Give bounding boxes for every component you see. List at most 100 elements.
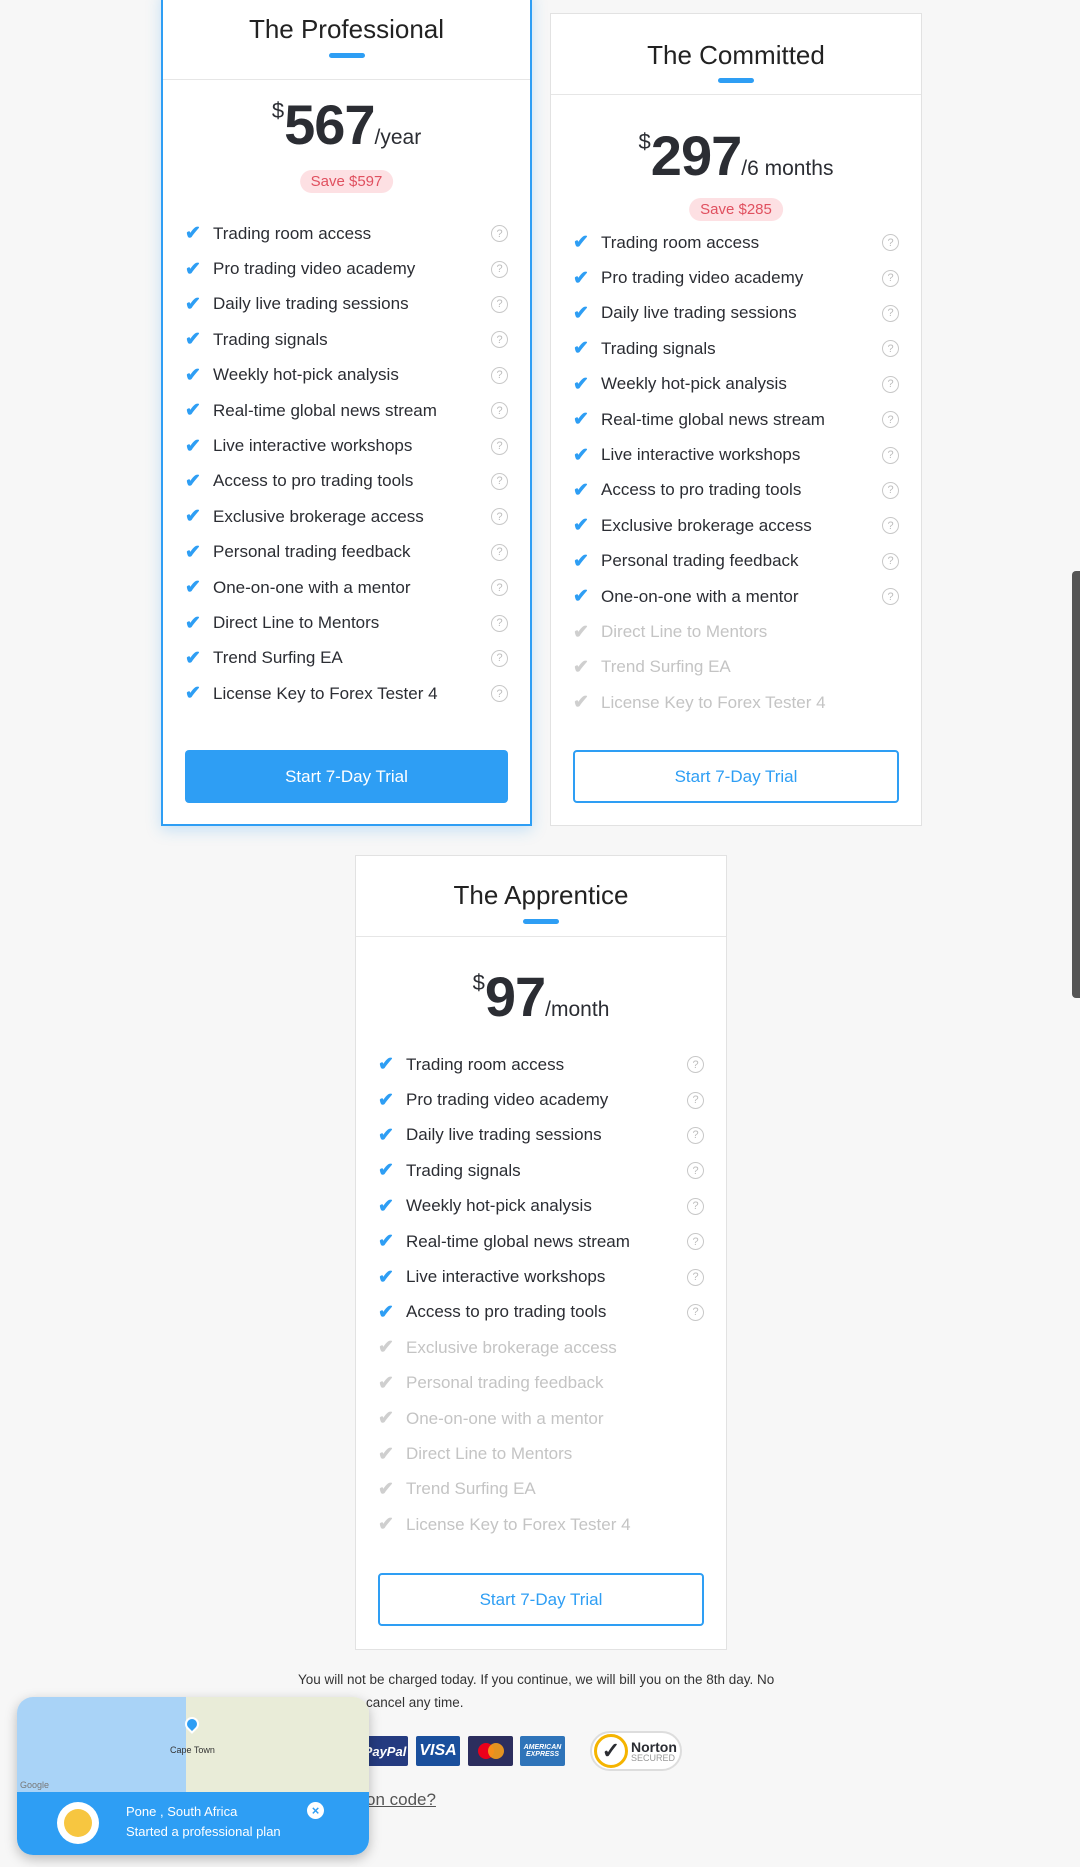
help-icon[interactable]: ? (687, 1056, 704, 1074)
help-icon[interactable]: ? (491, 260, 508, 278)
feature-item: ✔ Personal trading feedback (378, 1366, 704, 1401)
help-icon[interactable]: ? (687, 1268, 704, 1286)
check-icon: ✔ (378, 1443, 394, 1465)
feature-label: Real-time global news stream (601, 409, 825, 429)
feature-label: Daily live trading sessions (213, 294, 409, 314)
help-icon[interactable]: ? (882, 446, 899, 464)
help-icon[interactable]: ? (491, 579, 508, 597)
check-icon: ✔ (573, 302, 589, 324)
check-icon: ✔ (573, 444, 589, 466)
check-icon: ✔ (378, 1160, 394, 1182)
check-icon: ✔ (185, 435, 201, 457)
help-icon[interactable]: ? (491, 685, 508, 703)
help-icon[interactable]: ? (882, 517, 899, 535)
feature-label: Access to pro trading tools (406, 1302, 607, 1322)
plan-price: $297/6 months (551, 123, 921, 188)
help-icon[interactable]: ? (687, 1126, 704, 1144)
help-icon[interactable]: ? (687, 1162, 704, 1180)
plan-card-professional: The Professional $567/year Save $597 ✔ Trad… (161, 0, 532, 826)
start-trial-button[interactable]: Start 7-Day Trial (185, 750, 508, 803)
check-icon: ✔ (573, 656, 589, 678)
help-icon[interactable]: ? (687, 1091, 704, 1109)
help-icon[interactable]: ? (882, 375, 899, 393)
close-icon[interactable]: × (307, 1802, 324, 1819)
feature-item: ✔ Trading room access? (573, 225, 899, 260)
help-icon[interactable]: ? (687, 1233, 704, 1251)
promo-code-link[interactable]: on code? (366, 1790, 436, 1810)
feature-label: Pro trading video academy (213, 259, 416, 279)
feature-item: ✔ License Key to Forex Tester 4 (378, 1507, 704, 1542)
help-icon[interactable]: ? (491, 437, 508, 455)
feature-label: One-on-one with a mentor (601, 586, 799, 606)
check-icon: ✔ (573, 409, 589, 431)
price-amount: 567 (284, 93, 375, 156)
check-icon: ✔ (185, 329, 201, 351)
help-icon[interactable]: ? (491, 508, 508, 526)
help-icon[interactable]: ? (687, 1197, 704, 1215)
feature-item: ✔ Trading signals? (378, 1153, 704, 1188)
check-icon: ✔ (573, 692, 589, 714)
check-icon: ✔ (573, 621, 589, 643)
feature-item: ✔ Trading signals? (185, 322, 508, 357)
help-icon[interactable]: ? (491, 543, 508, 561)
feature-label: Trading room access (406, 1054, 565, 1074)
help-icon[interactable]: ? (491, 472, 508, 490)
feature-label: Weekly hot-pick analysis (213, 365, 399, 385)
feature-item: ✔ Pro trading video academy? (185, 251, 508, 286)
help-icon[interactable]: ? (491, 295, 508, 313)
feature-item: ✔ Daily live trading sessions? (573, 296, 899, 331)
help-icon[interactable]: ? (491, 366, 508, 384)
check-icon: ✔ (573, 373, 589, 395)
save-badge: Save $285 (689, 198, 783, 221)
feature-label: Exclusive brokerage access (601, 515, 812, 535)
check-icon: ✔ (378, 1089, 394, 1111)
feature-item: ✔ Exclusive brokerage access? (573, 508, 899, 543)
check-icon: ✔ (378, 1372, 394, 1394)
feature-item: ✔ Trend Surfing EA? (185, 641, 508, 676)
feature-label: One-on-one with a mentor (213, 577, 411, 597)
check-icon: ✔ (378, 1266, 394, 1288)
plan-title: The Professional (248, 14, 445, 44)
feature-item: ✔ Personal trading feedback? (573, 544, 899, 579)
help-icon[interactable]: ? (882, 481, 899, 499)
start-trial-button[interactable]: Start 7-Day Trial (378, 1573, 704, 1626)
feature-label: Personal trading feedback (213, 542, 411, 562)
check-icon: ✔ (378, 1231, 394, 1253)
feature-item: ✔ Access to pro trading tools? (185, 464, 508, 499)
feature-label: Exclusive brokerage access (213, 506, 424, 526)
help-icon[interactable]: ? (882, 304, 899, 322)
help-icon[interactable]: ? (491, 331, 508, 349)
feature-item: ✔ Real-time global news stream? (185, 393, 508, 428)
help-icon[interactable]: ? (882, 411, 899, 429)
help-icon[interactable]: ? (882, 269, 899, 287)
start-trial-button[interactable]: Start 7-Day Trial (573, 750, 899, 803)
help-icon[interactable]: ? (491, 649, 508, 667)
scrollbar[interactable] (1072, 571, 1080, 998)
help-icon[interactable]: ? (491, 225, 508, 243)
help-icon[interactable]: ? (687, 1303, 704, 1321)
feature-label: Weekly hot-pick analysis (601, 374, 787, 394)
help-icon[interactable]: ? (491, 402, 508, 420)
feature-label: Daily live trading sessions (406, 1125, 602, 1145)
feature-label: License Key to Forex Tester 4 (213, 683, 438, 703)
help-icon[interactable]: ? (882, 552, 899, 570)
title-underline (523, 919, 559, 924)
feature-label: Trading signals (601, 338, 716, 358)
check-icon: ✔ (378, 1337, 394, 1359)
price-amount: 297 (650, 124, 742, 187)
plan-title: The Apprentice (453, 880, 629, 910)
check-icon: ✔ (573, 586, 589, 608)
help-icon[interactable]: ? (491, 614, 508, 632)
feature-label: Trading signals (406, 1160, 521, 1180)
feature-item: ✔ Access to pro trading tools? (573, 473, 899, 508)
feature-item: ✔ Direct Line to Mentors (378, 1436, 704, 1471)
help-icon[interactable]: ? (882, 588, 899, 606)
feature-item: ✔ Exclusive brokerage access (378, 1330, 704, 1365)
feature-label: License Key to Forex Tester 4 (601, 692, 826, 712)
feature-item: ✔ Live interactive workshops? (573, 437, 899, 472)
check-icon: ✔ (573, 267, 589, 289)
help-icon[interactable]: ? (882, 340, 899, 358)
help-icon[interactable]: ? (882, 234, 899, 252)
feature-item: ✔ One-on-one with a mentor? (573, 579, 899, 614)
feature-label: Exclusive brokerage access (406, 1337, 617, 1357)
